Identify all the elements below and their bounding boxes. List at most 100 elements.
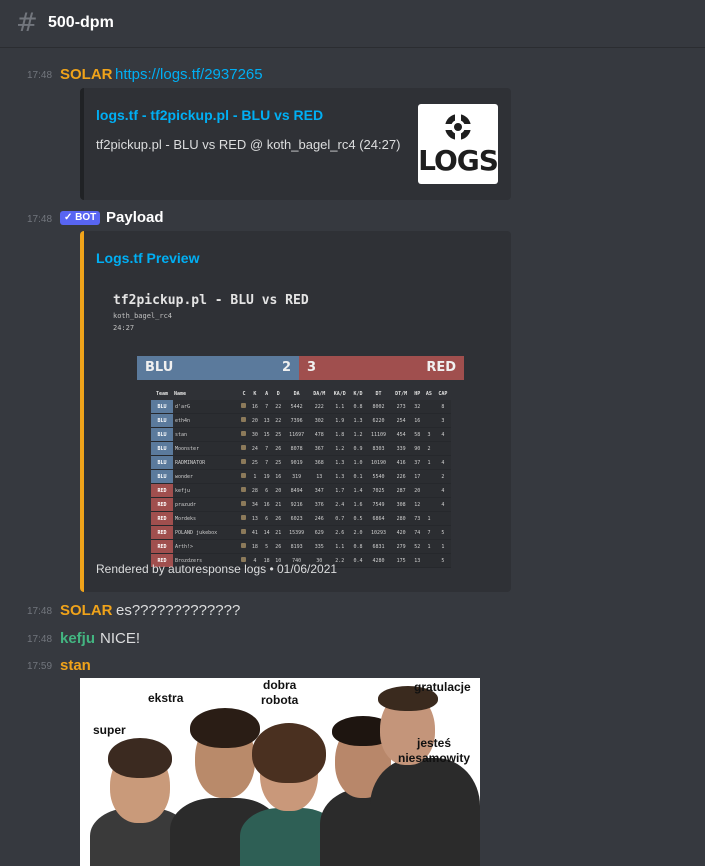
stats-row: RED kefju 28 6 20 8494 347 1.7 1.4 7025 287 20 4	[151, 483, 451, 498]
stat-cell-kd: 1.6	[349, 497, 367, 512]
channel-header: # 500-dpm	[0, 0, 705, 48]
stat-cell-k: 24	[249, 441, 261, 456]
stat-cell-d: 21	[272, 525, 285, 540]
stats-column-header: DT/M	[395, 391, 408, 397]
stat-cell-kd: 0.8	[349, 400, 367, 414]
stat-cell-dam: 629	[309, 525, 330, 540]
stat-cell-kad: 1.7	[329, 483, 350, 498]
stat-cell-dtm: 287	[390, 483, 412, 498]
embed-footer: Rendered by autoresponse logs • 01/06/20…	[96, 562, 338, 576]
stat-cell-k: 1	[249, 469, 261, 484]
red-score-panel: 3 RED	[299, 356, 464, 380]
stat-cell-k: 20	[249, 413, 261, 428]
author-name[interactable]: SOLAR	[60, 602, 113, 619]
author-name[interactable]: stan	[60, 657, 91, 674]
embed-title[interactable]: Logs.tf Preview	[96, 250, 199, 266]
blu-score-panel: BLU 2	[137, 356, 299, 380]
stat-cell-da: 15399	[284, 525, 310, 540]
stats-column-header: AS	[425, 391, 432, 397]
class-icon	[241, 417, 247, 422]
author-name[interactable]: SOLAR	[60, 66, 113, 83]
blu-label: BLU	[145, 360, 174, 375]
embed-title[interactable]: logs.tf - tf2pickup.pl - BLU vs RED	[96, 107, 323, 123]
stat-cell-as	[423, 469, 435, 484]
meme-image[interactable]: super ekstra dobra robota gratulacje jes…	[80, 678, 480, 866]
stat-cell-d: 25	[272, 427, 285, 442]
bot-tag: ✓ BOT	[60, 211, 101, 225]
stat-cell-a: 6	[260, 483, 273, 498]
team-cell: RED	[151, 539, 173, 554]
meme-label-jestes-niesamowity: jesteś niesamowity	[398, 736, 471, 765]
meme-label-ekstra: ekstra	[148, 691, 184, 705]
player-name-cell: eth4n	[173, 413, 239, 428]
stat-cell-hp: 58	[411, 427, 424, 442]
stat-cell-dam: 13	[309, 469, 330, 484]
class-cell	[238, 539, 250, 554]
team-cell: BLU	[151, 413, 173, 428]
stat-cell-kd: 0.9	[349, 441, 367, 456]
stat-cell-dt: 8303	[366, 441, 391, 456]
stat-cell-kad: 1.9	[329, 413, 350, 428]
stats-column-header: DA/M	[313, 391, 326, 397]
message-text: NICE!	[100, 630, 141, 647]
stat-cell-cap: 5	[434, 553, 451, 568]
stat-cell-dam: 222	[309, 400, 330, 414]
class-cell	[238, 469, 250, 484]
stat-cell-dt: 10190	[366, 455, 391, 470]
stats-row: BLU RADMINATOR 25 7 25 9019 368 1.3 1.0 10190 416 3…	[151, 455, 451, 470]
stat-cell-as: 1	[423, 539, 435, 554]
message-link[interactable]: https://logs.tf/2937265	[115, 66, 263, 83]
stat-cell-hp: 32	[411, 400, 424, 414]
stat-cell-d: 22	[272, 400, 285, 414]
stat-cell-d: 26	[272, 539, 285, 554]
stat-cell-dtm: 416	[390, 455, 412, 470]
team-cell: BLU	[151, 441, 173, 456]
stat-cell-dtm: 454	[390, 427, 412, 442]
stat-cell-da: 7396	[284, 413, 310, 428]
class-icon	[241, 431, 247, 436]
author-name[interactable]: Payload	[106, 209, 164, 226]
stats-column-header: K/D	[353, 391, 363, 397]
link-embed: logs.tf - tf2pickup.pl - BLU vs RED tf2p…	[80, 88, 511, 200]
class-cell	[238, 483, 250, 498]
logs-preview-image[interactable]: tf2pickup.pl - BLU vs RED koth_bagel_rc4…	[96, 281, 486, 568]
author-name[interactable]: kefju	[60, 630, 95, 647]
stat-cell-dam: 367	[309, 441, 330, 456]
person-hair	[108, 738, 172, 778]
stat-cell-as	[423, 400, 435, 414]
stat-cell-kd: 0.8	[349, 539, 367, 554]
player-name-cell: Arth!>	[173, 539, 239, 554]
stat-cell-k: 16	[249, 400, 261, 414]
class-cell	[238, 441, 250, 456]
team-cell: RED	[151, 511, 173, 526]
stat-cell-a: 16	[260, 497, 273, 512]
stat-cell-hp: 52	[411, 539, 424, 554]
stat-cell-dtm: 254	[390, 413, 412, 428]
stats-row: BLU d'arG 16 7 22 5442 222 1.1 0.8 8002 273 32 8	[151, 400, 451, 414]
stat-cell-a: 7	[260, 455, 273, 470]
logs-logo-thumbnail[interactable]: LOGS	[418, 104, 499, 184]
timestamp: 17:48	[27, 70, 53, 81]
stat-cell-kd: 1.3	[349, 413, 367, 428]
stats-column-header: K	[253, 391, 257, 397]
hashtag-icon: #	[16, 8, 38, 38]
stat-cell-dt: 5540	[366, 469, 391, 484]
stat-cell-as: 1	[423, 455, 435, 470]
stats-column-header: KA/D	[333, 391, 346, 397]
stat-cell-dam: 335	[309, 539, 330, 554]
class-icon	[241, 501, 247, 506]
logo-text: LOGS	[418, 144, 499, 177]
stat-cell-a: 15	[260, 427, 273, 442]
stat-cell-kd: 2.0	[349, 525, 367, 540]
stat-cell-cap	[434, 441, 451, 456]
team-cell: RED	[151, 497, 173, 512]
stat-cell-as: 7	[423, 525, 435, 540]
stat-cell-as	[423, 553, 435, 568]
stat-cell-as: 2	[423, 441, 435, 456]
stat-cell-kd: 0.4	[349, 553, 367, 568]
class-cell	[238, 525, 250, 540]
stats-column-header: CAP	[438, 391, 448, 397]
stat-cell-a: 6	[260, 511, 273, 526]
stat-cell-dtm: 308	[390, 497, 412, 512]
stat-cell-k: 13	[249, 511, 261, 526]
